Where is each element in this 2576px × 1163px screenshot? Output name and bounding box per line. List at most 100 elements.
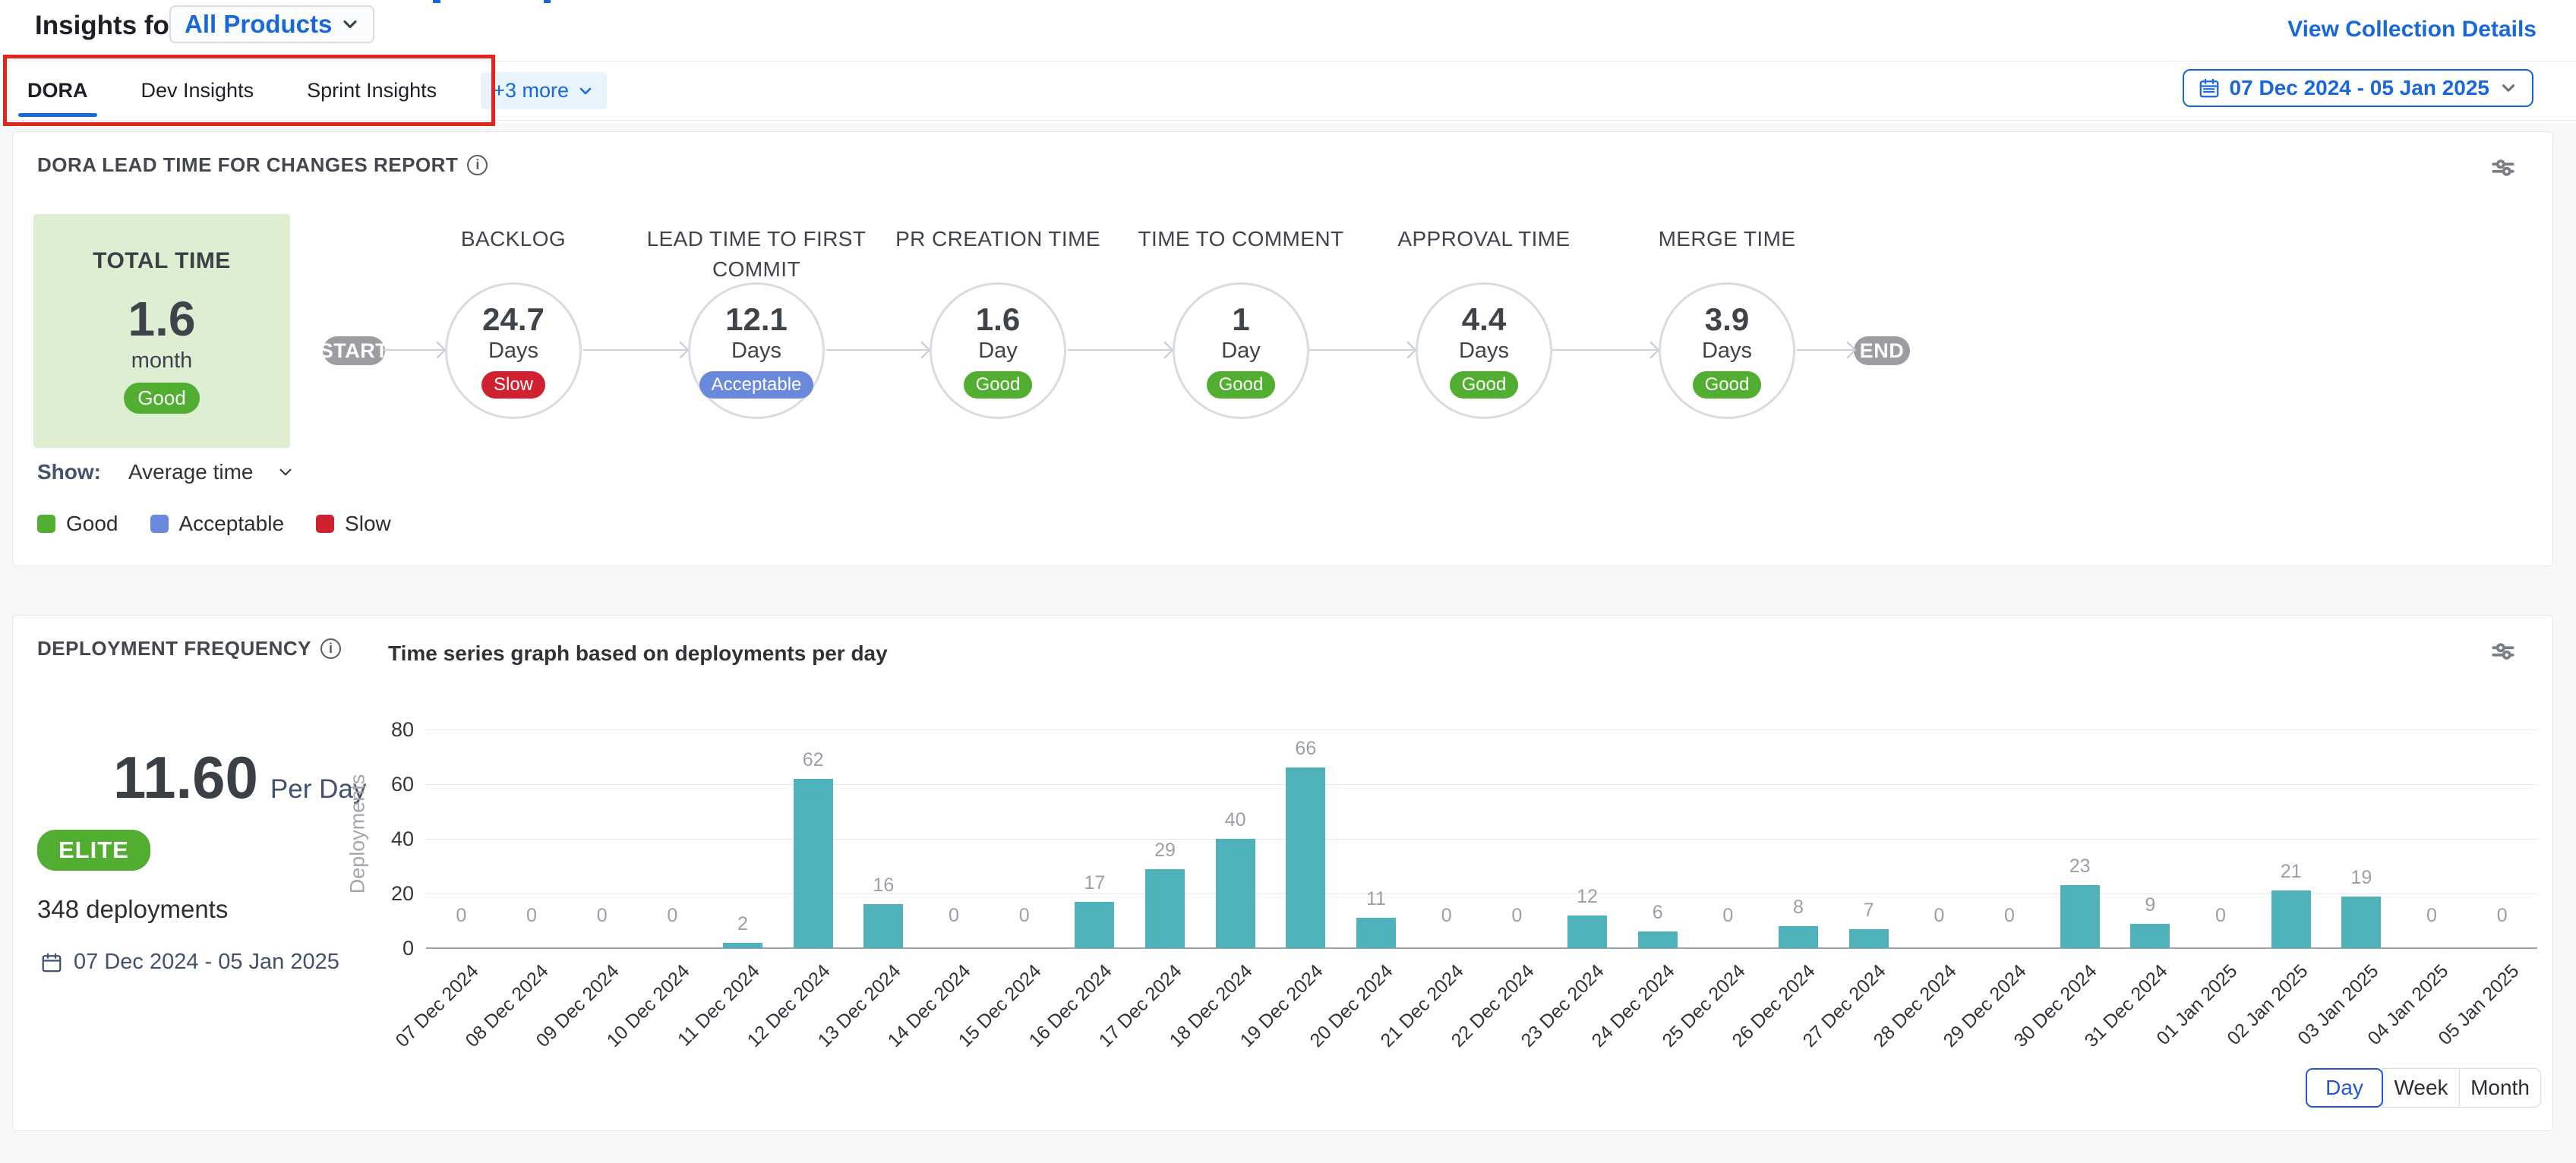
stage-label-lead-time-to-first-commit: LEAD TIME TO FIRST COMMIT [627, 224, 886, 285]
info-icon[interactable] [467, 155, 488, 175]
more-tabs-dropdown[interactable]: +3 more [481, 72, 607, 109]
status-legend: Good Acceptable Slow [37, 512, 391, 536]
stage-node-time-to-comment[interactable]: 1 Day Good [1173, 282, 1309, 419]
show-metric-dropdown[interactable]: Show: Average time [37, 460, 295, 484]
flow-arrow [826, 349, 928, 351]
bar-value-label: 16 [848, 875, 919, 897]
bar-value-label: 0 [2397, 905, 2467, 927]
bar-value-label: 0 [1693, 905, 1763, 927]
legend-item-acceptable: Acceptable [150, 512, 285, 536]
flow-arrow [1551, 349, 1657, 351]
bar-value-label: 11 [1341, 888, 1412, 910]
status-badge: Slow [481, 371, 545, 399]
granularity-day-button[interactable]: Day [2306, 1068, 2383, 1108]
chart-settings-icon[interactable] [2489, 637, 2518, 666]
chart-bar[interactable] [1145, 869, 1185, 948]
product-selector-value: All Products [185, 10, 332, 39]
bar-value-label: 0 [1975, 905, 2045, 927]
total-time-value: 1.6 [128, 294, 196, 345]
y-axis-tick-label: 60 [362, 773, 414, 796]
elite-tier-badge: ELITE [37, 830, 150, 871]
bar-value-label: 0 [497, 905, 567, 927]
stage-node-backlog[interactable]: 24.7 Days Slow [445, 282, 582, 419]
deployment-card-title: DEPLOYMENT FREQUENCY [37, 637, 311, 660]
bar-value-label: 0 [1904, 905, 1975, 927]
stage-node-pr-creation-time[interactable]: 1.6 Day Good [930, 282, 1066, 419]
info-icon[interactable] [320, 638, 341, 659]
chart-bar[interactable] [1779, 926, 1818, 948]
bar-value-label: 19 [2326, 867, 2397, 889]
stage-label-pr-creation-time: PR CREATION TIME [869, 224, 1127, 254]
tab-dora[interactable]: DORA [18, 61, 97, 120]
flow-end-pill: END [1854, 336, 1910, 365]
chart-bar[interactable] [1356, 918, 1396, 948]
total-time-box: TOTAL TIME 1.6 month Good [33, 214, 290, 448]
chart-bar[interactable] [2060, 885, 2100, 948]
chart-bar[interactable] [1567, 916, 1607, 948]
legend-swatch [316, 515, 334, 533]
stage-node-merge-time[interactable]: 3.9 Days Good [1659, 282, 1795, 419]
gridline [426, 839, 2537, 840]
stage-label-time-to-comment: TIME TO COMMENT [1112, 224, 1370, 254]
chart-settings-icon[interactable] [2489, 153, 2518, 182]
deployments-bar-chart: Deployments 020406080007 Dec 2024008 Dec… [426, 730, 2537, 948]
lead-time-card: DORA LEAD TIME FOR CHANGES REPORT TOTAL … [12, 131, 2553, 566]
legend-label: Slow [345, 512, 391, 536]
chart-bar[interactable] [863, 904, 903, 948]
status-badge: Good [964, 371, 1033, 399]
bar-value-label: 0 [567, 905, 637, 927]
view-collection-details-link[interactable]: View Collection Details [2287, 17, 2537, 43]
bar-value-label: 0 [919, 905, 990, 927]
tab-sprint-insights[interactable]: Sprint Insights [298, 61, 446, 120]
bar-value-label: 7 [1833, 900, 1904, 922]
chevron-down-icon [339, 14, 361, 35]
bar-value-label: 0 [1482, 905, 1552, 927]
granularity-week-button[interactable]: Week [2382, 1068, 2460, 1108]
granularity-month-button[interactable]: Month [2459, 1068, 2541, 1108]
stage-node-approval-time[interactable]: 4.4 Days Good [1416, 282, 1552, 419]
stage-label-approval-time: APPROVAL TIME [1355, 224, 1613, 254]
chart-bar[interactable] [1849, 929, 1889, 948]
chart-bar[interactable] [1286, 767, 1325, 948]
bar-value-label: 0 [2186, 905, 2256, 927]
bar-value-label: 17 [1059, 872, 1130, 894]
show-value: Average time [128, 460, 276, 484]
y-axis-tick-label: 0 [362, 937, 414, 960]
stage-node-lead-time-to-first-commit[interactable]: 12.1 Days Acceptable [688, 282, 825, 419]
calendar-icon [40, 951, 63, 974]
insights-dashboard: Insights for All Products View Collectio… [0, 0, 2576, 1163]
product-selector-dropdown[interactable]: All Products [169, 5, 374, 43]
tab-bar-separator [0, 120, 2576, 121]
chart-bar[interactable] [1216, 839, 1255, 948]
chart-bar[interactable] [1075, 902, 1114, 948]
status-badge: Good [1207, 371, 1276, 399]
legend-label: Acceptable [179, 512, 285, 536]
date-range-value: 07 Dec 2024 - 05 Jan 2025 [2230, 76, 2489, 100]
deployment-rate-value: 11.60 [113, 743, 258, 812]
stage-label-backlog: BACKLOG [384, 224, 642, 254]
chart-bar[interactable] [2130, 924, 2170, 948]
cutoff-text-remnant [433, 0, 440, 3]
tab-dev-insights[interactable]: Dev Insights [132, 61, 264, 120]
chart-bar[interactable] [2341, 897, 2381, 948]
chart-bar[interactable] [723, 943, 762, 948]
chart-bar[interactable] [2271, 890, 2311, 948]
total-time-unit: month [131, 348, 193, 373]
legend-label: Good [66, 512, 118, 536]
legend-item-good: Good [37, 512, 118, 536]
chart-bar[interactable] [794, 779, 833, 948]
granularity-toggle: Day Week Month [2306, 1068, 2541, 1108]
bar-value-label: 2 [708, 913, 778, 935]
date-range-picker[interactable]: 07 Dec 2024 - 05 Jan 2025 [2183, 69, 2533, 107]
status-badge: Acceptable [699, 371, 814, 399]
y-axis-tick-label: 40 [362, 827, 414, 851]
chart-title: Time series graph based on deployments p… [388, 641, 888, 666]
bar-value-label: 21 [2256, 861, 2326, 883]
deployment-date-range-value: 07 Dec 2024 - 05 Jan 2025 [74, 950, 339, 975]
bar-value-label: 0 [637, 905, 708, 927]
bar-value-label: 40 [1200, 809, 1271, 831]
chevron-down-icon [2499, 78, 2518, 98]
bar-value-label: 6 [1622, 902, 1693, 924]
chart-bar[interactable] [1638, 931, 1678, 948]
bar-value-label: 0 [989, 905, 1059, 927]
